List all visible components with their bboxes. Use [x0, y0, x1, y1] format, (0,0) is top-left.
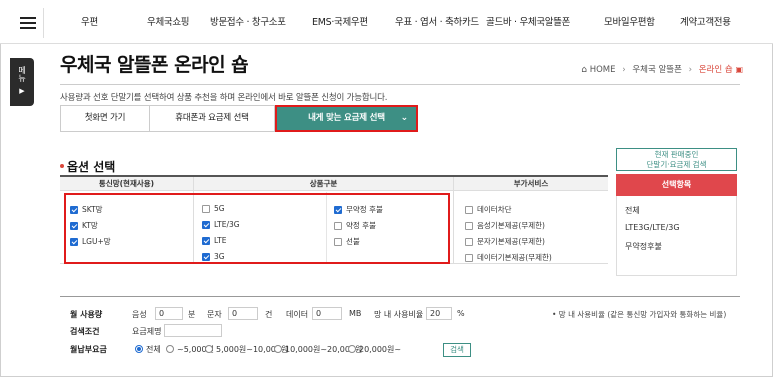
nav-item-mobile-mailbox[interactable]: 모바일우편함 — [604, 14, 655, 28]
tab-plan-for-me-label: 내게 맞는 요금제 선택 — [308, 113, 385, 123]
checkbox-unchecked-icon — [465, 221, 473, 230]
data-unit: MB — [349, 309, 362, 318]
side-menu-arrow-icon: ▶ — [19, 87, 25, 95]
tab-home[interactable]: 첫화면 가기 — [60, 105, 150, 132]
checkbox-unchecked-icon — [465, 237, 473, 246]
usage-filter-panel: 월 사용량 음성 0 분 문자 0 건 데이터 0 MB 망 내 사용비율 20… — [60, 296, 740, 362]
data-label: 데이터 — [286, 310, 309, 319]
checkbox-unlimited-sms[interactable]: 문자기본제공(무제한) — [465, 236, 545, 247]
fee-radio-label: 20,000원~ — [359, 345, 402, 354]
nav-item-stamps[interactable]: 우표 · 엽서 · 축하카드 — [395, 14, 479, 28]
nav-item-contract-customer[interactable]: 계약고객전용 — [680, 14, 731, 28]
search-condition-label: 검색조건 — [70, 327, 100, 336]
page-title: 우체국 알뜰폰 온라인 숍 — [60, 54, 249, 76]
radio-unselected-icon — [274, 344, 282, 353]
checkbox-label: 문자기본제공(무제한) — [477, 237, 545, 246]
page-description: 사용량과 선호 단말기를 선택하여 상품 추천을 하며 온라인에서 바로 알뜰폰… — [60, 93, 388, 103]
nav-item-visit-pickup[interactable]: 방문접수 · 창구소포 — [210, 14, 286, 28]
selected-item: LTE3G/LTE/3G — [625, 223, 680, 232]
nav-item-shopping[interactable]: 우체국쇼핑 — [147, 14, 190, 28]
options-title-text: 옵션 선택 — [67, 160, 116, 174]
radio-unselected-icon — [205, 344, 213, 353]
tab-plan-for-me[interactable]: 내게 맞는 요금제 선택 ⌄ — [275, 105, 418, 132]
current-products-search-label: 현재 판매중인 단말기·요금제 검색 — [646, 150, 707, 169]
options-section-title: 옵션 선택 — [60, 158, 115, 175]
checkbox-unchecked-icon — [465, 253, 473, 262]
plan-name-label: 요금제명 — [132, 327, 162, 336]
checkbox-unlimited-data[interactable]: 데이터기본제공(무제한) — [465, 252, 552, 263]
selected-item: 무약정후불 — [625, 242, 662, 251]
bullet-icon — [60, 163, 64, 168]
service-column-header: 부가서비스 — [454, 177, 608, 191]
fee-radio-over-20000[interactable]: 20,000원~ — [348, 344, 401, 355]
top-navigation: 우편 우체국쇼핑 방문접수 · 창구소포 EMS·국제우편 우표 · 엽서 · … — [0, 0, 773, 44]
step-tabs: 첫화면 가기 휴대폰과 요금제 선택 내게 맞는 요금제 선택 ⌄ — [60, 105, 740, 132]
plan-name-input[interactable] — [164, 324, 222, 337]
onnet-ratio-label: 망 내 사용비율 — [374, 310, 424, 319]
highlight-box-options — [64, 193, 450, 264]
checkbox-label: 음성기본제공(무제한) — [477, 221, 545, 230]
nav-item-ems[interactable]: EMS·국제우편 — [312, 14, 368, 28]
checkbox-unlimited-voice[interactable]: 음성기본제공(무제한) — [465, 220, 545, 231]
home-icon: ⌂ — [581, 65, 587, 75]
side-menu-tab[interactable]: 메뉴 ▶ — [10, 58, 34, 106]
radio-selected-icon — [135, 344, 143, 353]
radio-unselected-icon — [348, 344, 356, 353]
selected-items-list: 전체 LTE3G/LTE/3G 무약정후불 — [616, 196, 737, 276]
breadcrumb: ⌂ HOME › 우체국 알뜰폰 › 온라인 숍 ▣ — [581, 63, 743, 75]
monthly-fee-label: 월납부요금 — [70, 345, 107, 354]
onnet-ratio-unit: % — [457, 309, 465, 318]
sms-unit: 건 — [265, 310, 273, 319]
breadcrumb-current: 온라인 숍 — [698, 65, 733, 75]
breadcrumb-home[interactable]: HOME — [590, 65, 616, 75]
tab-phone-and-plan[interactable]: 휴대폰과 요금제 선택 — [149, 105, 275, 132]
search-button[interactable]: 검색 — [443, 343, 471, 357]
hamburger-menu-icon[interactable] — [10, 8, 44, 38]
voice-unit: 분 — [188, 310, 196, 319]
data-input[interactable]: 0 — [312, 307, 342, 320]
monthly-usage-label: 월 사용량 — [70, 310, 103, 319]
onnet-ratio-note: • 망 내 사용비율 (같은 통신망 가입자와 통화하는 비율) — [552, 310, 727, 319]
lock-icon: ▣ — [735, 65, 743, 74]
chevron-down-icon: ⌄ — [400, 113, 409, 123]
nav-item-post[interactable]: 우편 — [81, 14, 98, 28]
sms-input[interactable]: 0 — [228, 307, 258, 320]
network-column-header: 통신망(현재사용) — [60, 177, 193, 191]
side-menu-label: 메뉴 — [17, 66, 27, 82]
current-products-search-button[interactable]: 현재 판매중인 단말기·요금제 검색 — [616, 148, 737, 171]
breadcrumb-separator-icon: › — [688, 65, 693, 75]
checkbox-label: 데이터차단 — [477, 205, 512, 214]
sms-label: 문자 — [207, 310, 222, 319]
checkbox-label: 데이터기본제공(무제한) — [477, 253, 552, 262]
radio-unselected-icon — [166, 344, 174, 353]
selected-items-header: 선택항목 — [616, 174, 737, 196]
selected-item: 전체 — [625, 206, 640, 215]
title-divider — [60, 84, 740, 85]
breadcrumb-separator-icon: › — [622, 65, 626, 75]
product-column-header: 상품구분 — [194, 177, 453, 191]
breadcrumb-level1[interactable]: 우체국 알뜰폰 — [632, 65, 682, 75]
checkbox-unchecked-icon — [465, 205, 473, 214]
onnet-ratio-input[interactable]: 20 — [426, 307, 452, 320]
fee-radio-label: 전체 — [146, 345, 161, 354]
checkbox-data-block[interactable]: 데이터차단 — [465, 204, 512, 215]
voice-input[interactable]: 0 — [155, 307, 183, 320]
fee-radio-all[interactable]: 전체 — [135, 344, 161, 355]
nav-item-goldbar-mvno[interactable]: 골드바 · 우체국알뜰폰 — [486, 14, 570, 28]
voice-label: 음성 — [132, 310, 147, 319]
